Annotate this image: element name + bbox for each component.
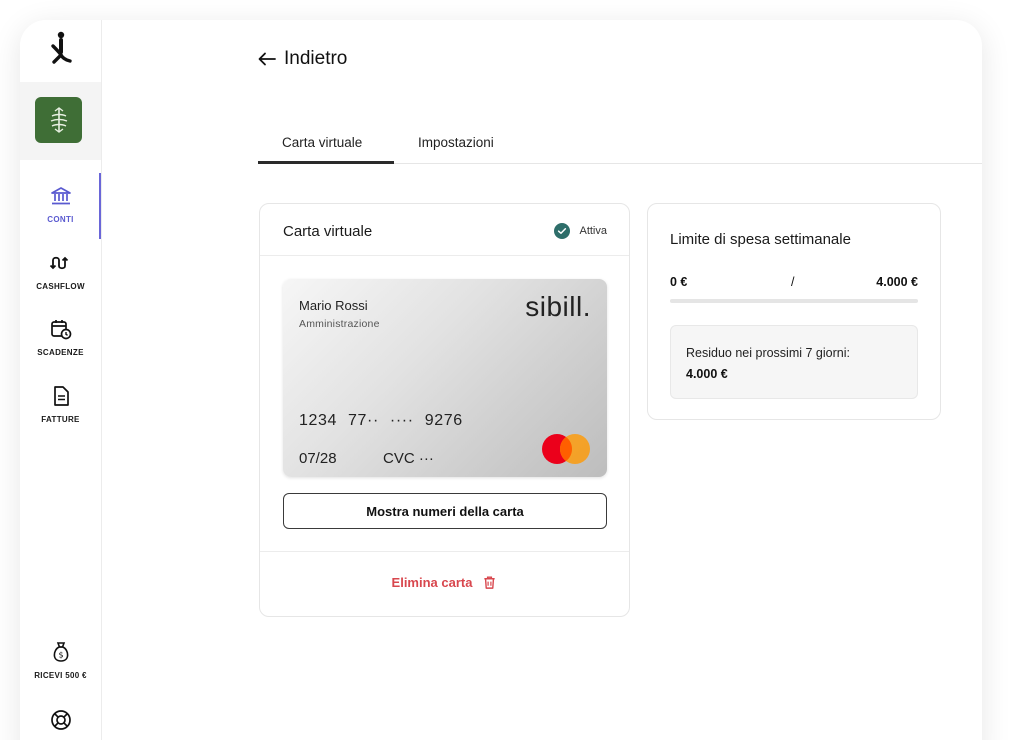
limit-title: Limite di spesa settimanale [670, 231, 851, 248]
divider [260, 551, 629, 552]
virtual-card: Mario Rossi Amministrazione sibill. 1234… [283, 279, 607, 477]
sidebar-item-cashflow[interactable]: CASHFLOW [20, 251, 101, 291]
remaining-value: 4.000 € [686, 367, 728, 381]
sidebar-item-ricevi-500[interactable]: $ RICEVI 500 € [20, 640, 101, 680]
status-badge: Attiva [554, 223, 607, 239]
card-brand-logo: sibill. [525, 291, 591, 322]
show-card-numbers-button[interactable]: Mostra numeri della carta [283, 493, 607, 529]
arrow-left-icon [258, 52, 276, 66]
virtual-card-panel: Carta virtuale Attiva Mario Rossi Ammini… [259, 203, 630, 617]
tab-impostazioni[interactable]: Impostazioni [418, 135, 494, 150]
sibill-logo-icon[interactable] [44, 28, 78, 68]
back-label: Indietro [284, 48, 348, 69]
remaining-label: Residuo nei prossimi 7 giorni: [686, 346, 850, 360]
organization-switcher[interactable] [20, 82, 101, 160]
delete-card-label: Elimina carta [391, 575, 473, 590]
sidebar-item-label: CASHFLOW [36, 282, 85, 291]
card-holder-name: Mario Rossi [299, 298, 368, 313]
active-tab-indicator [258, 161, 394, 164]
crest-icon [50, 107, 67, 133]
card-expiry: 07/28 [299, 450, 337, 467]
spending-limit-panel: Limite di spesa settimanale 0 € / 4.000 … [647, 203, 941, 420]
card-cvc: CVC ··· [383, 450, 434, 467]
invoice-icon [53, 386, 69, 406]
cashflow-icon [49, 256, 68, 270]
lifebuoy-icon [50, 710, 71, 730]
sidebar-item-label: RICEVI 500 € [34, 671, 87, 680]
limit-progress-bar [670, 299, 918, 303]
card-number: 1234 77·· ···· 9276 [299, 412, 463, 429]
sidebar-item-conti[interactable]: CONTI [20, 184, 101, 224]
svg-text:$: $ [58, 651, 63, 660]
tab-bar: Carta virtuale Impostazioni [258, 132, 982, 164]
remaining-box: Residuo nei prossimi 7 giorni: 4.000 € [670, 325, 918, 399]
mastercard-icon [542, 434, 590, 464]
tab-carta-virtuale[interactable]: Carta virtuale [282, 135, 362, 150]
panel-header: Carta virtuale Attiva [260, 204, 629, 256]
card-department: Amministrazione [299, 318, 380, 330]
separator: / [791, 275, 795, 289]
check-circle-icon [554, 223, 571, 239]
organization-avatar[interactable] [35, 97, 82, 143]
bank-icon [50, 187, 71, 205]
sidebar-item-fatture[interactable]: FATTURE [20, 384, 101, 424]
money-bag-icon: $ [53, 642, 68, 662]
limit-amount: 4.000 € [876, 275, 918, 289]
trash-icon [484, 576, 496, 589]
sidebar-item-help[interactable] [20, 708, 101, 732]
spent-amount: 0 € [670, 275, 688, 289]
sidebar-item-scadenze[interactable]: SCADENZE [20, 317, 101, 357]
back-link[interactable]: Indietro [258, 48, 347, 70]
app-window: CONTI CASHFLOW SCADENZE FATTURE $ RICEVI… [20, 20, 982, 740]
status-text: Attiva [579, 225, 607, 237]
delete-card-button[interactable]: Elimina carta [260, 575, 629, 590]
sidebar-item-label: SCADENZE [37, 348, 84, 357]
sidebar-item-label: CONTI [47, 215, 74, 224]
panel-title: Carta virtuale [283, 223, 373, 240]
sidebar: CONTI CASHFLOW SCADENZE FATTURE $ RICEVI… [20, 20, 102, 740]
calendar-clock-icon [50, 320, 71, 340]
sidebar-item-label: FATTURE [41, 415, 80, 424]
